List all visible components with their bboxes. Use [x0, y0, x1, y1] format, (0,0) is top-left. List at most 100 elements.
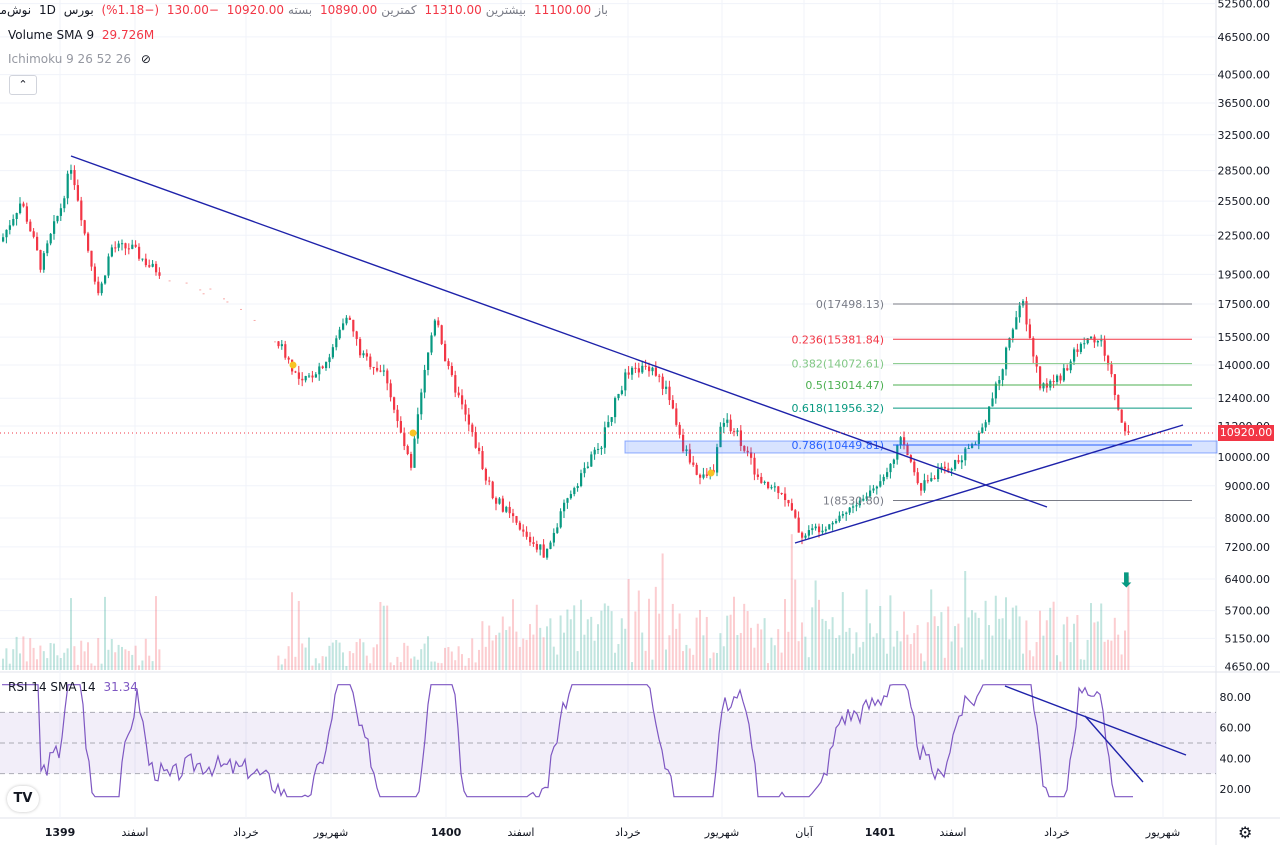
- volume-bar: [964, 570, 967, 670]
- volume-bar: [1103, 641, 1106, 670]
- eye-hidden-icon[interactable]: ⊘: [141, 52, 151, 66]
- candle: [1059, 375, 1062, 381]
- candle: [1110, 364, 1113, 375]
- dividend-marker: [409, 429, 417, 437]
- volume-label: Volume SMA 9: [8, 28, 95, 42]
- candle: [614, 398, 617, 418]
- volume-bar: [386, 605, 389, 670]
- volume-bar: [359, 638, 361, 670]
- volume-bar: [726, 615, 729, 670]
- volume-bar: [960, 647, 963, 670]
- volume-bar: [801, 622, 803, 670]
- candle: [549, 542, 552, 549]
- candle: [586, 466, 589, 468]
- volume-bar: [658, 613, 661, 670]
- x-tick-label: 1400: [431, 826, 462, 839]
- volume-bar: [767, 663, 769, 670]
- candle: [342, 323, 345, 330]
- volume-bar: [743, 603, 746, 670]
- symbol-name[interactable]: نوش‌مازندران: [0, 3, 31, 17]
- volume-bar: [947, 606, 950, 670]
- volume-bar: [892, 646, 895, 670]
- collapse-legend-button[interactable]: ⌃: [9, 75, 37, 95]
- candle: [474, 432, 477, 448]
- volume-bar: [12, 649, 15, 670]
- volume-bar: [624, 628, 627, 670]
- candle: [420, 392, 423, 415]
- candle: [1005, 347, 1008, 370]
- tradingview-logo[interactable]: TV: [7, 786, 39, 812]
- candle: [63, 198, 66, 209]
- candle: [695, 464, 698, 475]
- volume-bar: [780, 652, 783, 670]
- volume-bar: [427, 636, 429, 670]
- volume-bar: [461, 654, 463, 670]
- volume-bar: [110, 639, 113, 670]
- y-tick-label: 40500.00: [1218, 69, 1271, 82]
- volume-bar: [569, 619, 572, 670]
- candle: [1028, 324, 1031, 339]
- volume-bar: [943, 657, 946, 670]
- dividend-marker: [289, 361, 297, 369]
- volume-bar: [1079, 659, 1082, 670]
- candle: [287, 357, 290, 360]
- candle: [702, 474, 705, 478]
- candle: [848, 507, 851, 513]
- candle: [403, 432, 406, 447]
- volume-bar: [491, 640, 494, 670]
- candle: [998, 380, 1001, 384]
- rsi-legend[interactable]: RSI 14 SMA 14 31.34: [8, 680, 138, 694]
- volume-bar: [134, 645, 137, 670]
- gear-icon[interactable]: ⚙: [1238, 823, 1252, 842]
- volume-bar: [389, 662, 392, 670]
- candle: [444, 343, 447, 362]
- volume-bar: [736, 635, 739, 670]
- candle: [226, 301, 229, 303]
- volume-bar: [1076, 615, 1079, 670]
- y-tick-label: 15500.00: [1218, 331, 1271, 344]
- candle: [1022, 301, 1025, 306]
- volume-bar: [148, 655, 151, 670]
- candle: [920, 483, 923, 491]
- candle: [838, 515, 841, 522]
- x-tick-label: خرداد: [233, 826, 259, 839]
- volume-bar: [1113, 617, 1116, 670]
- y-tick-label: 25500.00: [1218, 195, 1271, 208]
- candle: [699, 474, 702, 478]
- volume-legend[interactable]: Volume SMA 9 29.726M: [8, 28, 154, 42]
- ichimoku-legend[interactable]: Ichimoku 9 26 52 26 ⊘: [8, 52, 151, 66]
- candle: [726, 419, 729, 423]
- chart-stage[interactable]: 1399 اسفند خرداد شهریور 1400 اسفند خرداد شهریور…: [0, 0, 1280, 857]
- candle: [733, 431, 736, 433]
- x-tick-label: 1399: [45, 826, 76, 839]
- volume-bar: [855, 632, 858, 670]
- volume-bar: [474, 662, 477, 670]
- candle: [5, 229, 8, 238]
- chart-canvas[interactable]: 1399 اسفند خرداد شهریور 1400 اسفند خرداد شهریور…: [0, 0, 1280, 857]
- candle: [1090, 336, 1093, 339]
- candle: [1015, 317, 1018, 330]
- volume-bar: [314, 658, 317, 670]
- volume-bar: [5, 648, 8, 670]
- candle: [835, 521, 838, 523]
- volume-bar: [967, 617, 970, 670]
- volume-bar: [845, 631, 848, 670]
- volume-bar: [889, 595, 892, 670]
- candle: [481, 451, 484, 469]
- candle: [359, 339, 362, 356]
- candle: [1056, 375, 1059, 382]
- candle: [532, 542, 535, 545]
- volume-bar: [430, 661, 433, 670]
- volume-bar: [971, 610, 973, 670]
- candle: [1073, 349, 1076, 362]
- volume-bar: [556, 654, 559, 670]
- y-tick-label: 22500.00: [1218, 229, 1271, 242]
- x-tick-label: شهریور: [1145, 826, 1180, 839]
- volume-bar: [797, 641, 800, 670]
- volume-bar: [331, 642, 334, 670]
- volume-bar: [49, 643, 52, 670]
- candle: [811, 528, 814, 531]
- volume-bar: [525, 639, 528, 670]
- candle: [665, 386, 668, 389]
- candle: [872, 488, 875, 491]
